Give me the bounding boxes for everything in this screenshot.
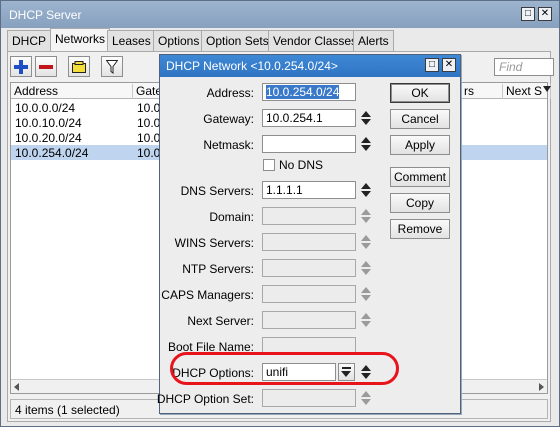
next-server-field[interactable] xyxy=(262,311,356,329)
tab-options[interactable]: Options xyxy=(153,30,205,51)
remove-button[interactable] xyxy=(35,56,57,77)
column-dns-servers[interactable]: rs xyxy=(461,84,503,99)
cell-gateway: 10.0. xyxy=(137,101,161,115)
dhcp-option-set-label: DHCP Option Set: xyxy=(156,392,254,406)
dns-servers-updown-icon[interactable] xyxy=(361,182,371,198)
domain-updown-icon[interactable] xyxy=(361,208,371,224)
no-dns-label: No DNS xyxy=(279,158,324,172)
add-button[interactable] xyxy=(10,56,32,77)
ntp-servers-label: NTP Servers: xyxy=(182,262,254,276)
close-icon[interactable]: ✕ xyxy=(538,7,552,21)
wins-servers-label: WINS Servers: xyxy=(174,236,254,250)
remove-button[interactable]: Remove xyxy=(390,219,450,239)
tab-dhcp[interactable]: DHCP xyxy=(7,30,52,51)
tab-option-sets[interactable]: Option Sets xyxy=(201,30,274,51)
next-server-updown-icon[interactable] xyxy=(361,312,371,328)
caps-managers-updown-icon[interactable] xyxy=(361,286,371,302)
address-label: Address: xyxy=(206,86,254,100)
netmask-field[interactable] xyxy=(262,135,356,153)
plus-icon xyxy=(14,59,28,74)
dhcp-option-set-field[interactable] xyxy=(262,389,356,407)
cell-address: 10.0.0.0/24 xyxy=(15,101,76,115)
dhcp-option-set-updown-icon[interactable] xyxy=(361,390,371,406)
domain-field[interactable] xyxy=(262,207,356,225)
tab-leases[interactable]: Leases xyxy=(107,30,156,51)
gateway-field[interactable]: 10.0.254.1 xyxy=(262,109,356,127)
column-address[interactable]: Address xyxy=(11,84,133,99)
wins-servers-updown-icon[interactable] xyxy=(361,234,371,250)
status-text: 4 items (1 selected) xyxy=(15,403,120,417)
comment-button[interactable] xyxy=(68,56,90,77)
cell-gateway: 10.0. xyxy=(137,116,161,130)
copy-button[interactable]: Copy xyxy=(390,193,450,213)
note-icon xyxy=(72,60,86,73)
cell-address: 10.0.20.0/24 xyxy=(15,131,82,145)
tab-vendor-classes[interactable]: Vendor Classes xyxy=(268,30,363,51)
find-input[interactable]: Find xyxy=(494,58,554,76)
dialog-title: DHCP Network <10.0.254.0/24> xyxy=(166,59,338,73)
netmask-updown-icon[interactable] xyxy=(361,136,371,152)
window-title: DHCP Server xyxy=(9,8,82,22)
window-titlebar[interactable]: DHCP Server □ ✕ xyxy=(1,1,559,28)
tab-bar: DHCP Networks Leases Options Option Sets… xyxy=(7,28,549,52)
scroll-left-icon[interactable] xyxy=(14,383,19,391)
scroll-right-icon[interactable] xyxy=(539,383,544,391)
caps-managers-label: CAPS Managers: xyxy=(161,288,254,302)
filter-icon xyxy=(106,59,118,74)
minus-icon xyxy=(39,64,53,69)
close-icon[interactable]: ✕ xyxy=(442,58,456,72)
tab-alerts[interactable]: Alerts xyxy=(353,30,394,51)
cell-address: 10.0.10.0/24 xyxy=(15,116,82,130)
domain-label: Domain: xyxy=(209,210,254,224)
cell-gateway: 10.0. xyxy=(137,131,161,145)
filter-button[interactable] xyxy=(101,56,123,77)
address-field[interactable]: 10.0.254.0/24 xyxy=(262,83,356,101)
dialog-titlebar[interactable]: DHCP Network <10.0.254.0/24> □ ✕ xyxy=(160,55,460,77)
tab-networks[interactable]: Networks xyxy=(50,28,111,52)
wins-servers-field[interactable] xyxy=(262,233,356,251)
caps-managers-field[interactable] xyxy=(262,285,356,303)
no-dns-checkbox[interactable] xyxy=(263,159,275,171)
next-server-label: Next Server: xyxy=(187,314,254,328)
cell-address: 10.0.254.0/24 xyxy=(15,146,89,160)
gateway-label: Gateway: xyxy=(203,112,254,126)
cancel-button[interactable]: Cancel xyxy=(390,109,450,129)
red-highlight-annotation xyxy=(170,352,399,385)
ntp-servers-updown-icon[interactable] xyxy=(361,260,371,276)
restore-icon[interactable]: □ xyxy=(521,7,535,21)
dns-servers-label: DNS Servers: xyxy=(180,184,254,198)
ok-button[interactable]: OK xyxy=(390,83,450,103)
restore-icon[interactable]: □ xyxy=(425,58,439,72)
sort-down-icon[interactable] xyxy=(543,86,551,92)
comment-button[interactable]: Comment xyxy=(390,167,450,187)
ntp-servers-field[interactable] xyxy=(262,259,356,277)
dns-servers-field[interactable]: 1.1.1.1 xyxy=(262,181,356,199)
gateway-updown-icon[interactable] xyxy=(361,110,371,126)
apply-button[interactable]: Apply xyxy=(390,135,450,155)
netmask-label: Netmask: xyxy=(203,138,254,152)
cell-gateway: 10.0.2 xyxy=(137,146,161,160)
